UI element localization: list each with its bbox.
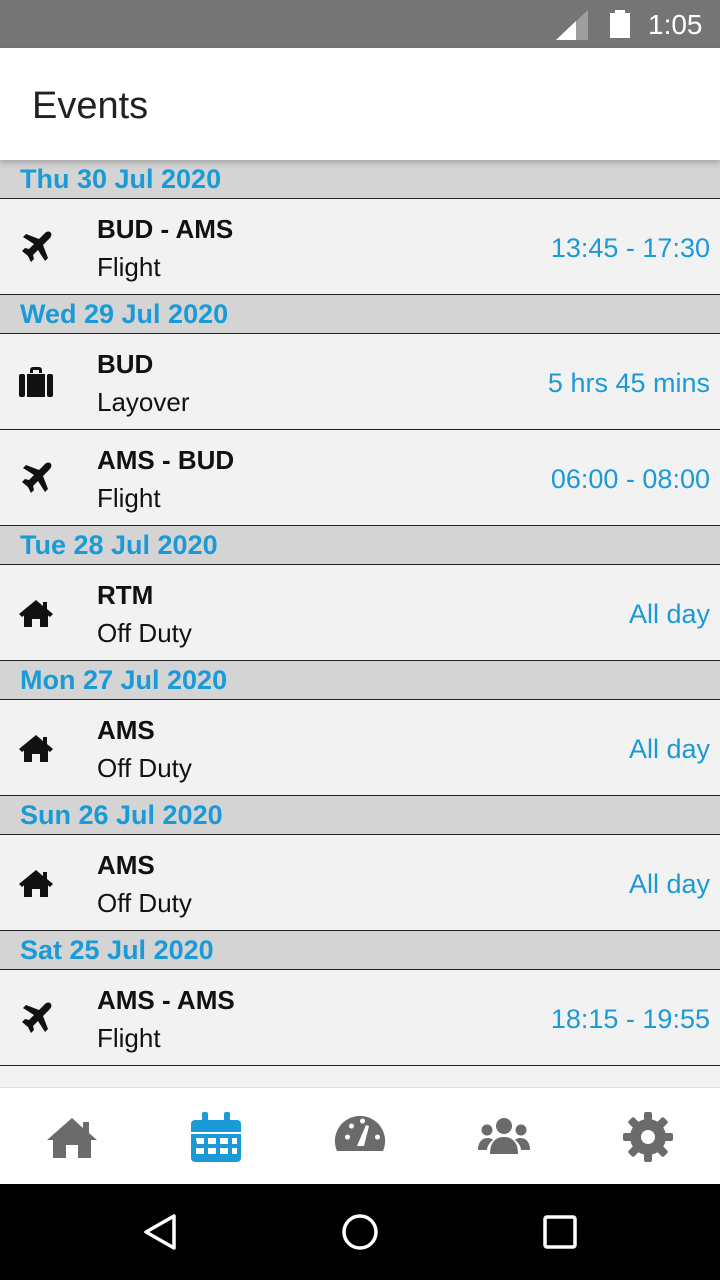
event-row[interactable]: RTM Off Duty All day [0, 565, 720, 661]
list-next-row-partial [0, 1066, 720, 1087]
event-row[interactable]: BUD - AMS Flight 13:45 - 17:30 [0, 199, 720, 295]
event-row[interactable]: AMS Off Duty All day [0, 835, 720, 931]
event-time: All day [628, 734, 710, 764]
date-header: Sun 26 Jul 2020 [0, 796, 720, 835]
event-list[interactable]: Thu 30 Jul 2020 BUD - AMS Flight 13:45 - 17… [0, 160, 720, 1087]
speedometer-icon [334, 1115, 386, 1151]
home-icon [18, 597, 54, 629]
home-icon [18, 732, 54, 764]
nav-crew-button[interactable] [477, 1110, 531, 1164]
back-button[interactable] [140, 1212, 180, 1252]
event-location: AMS - BUD [97, 445, 235, 475]
system-nav-bar [0, 1184, 720, 1280]
recents-button[interactable] [540, 1212, 580, 1252]
airplane-icon [18, 231, 54, 263]
suitcase-icon [18, 366, 54, 398]
app-bar: Events [0, 48, 720, 160]
event-row[interactable]: AMS Off Duty All day [0, 700, 720, 796]
event-location: RTM [97, 580, 154, 610]
nav-calendar-button[interactable] [189, 1110, 243, 1164]
date-header: Tue 28 Jul 2020 [0, 526, 720, 565]
date-header: Sat 25 Jul 2020 [0, 931, 720, 970]
date-header: Thu 30 Jul 2020 [0, 160, 720, 199]
event-time: 13:45 - 17:30 [550, 233, 710, 263]
event-type: Off Duty [97, 753, 192, 783]
home-icon [47, 1118, 97, 1158]
calendar-icon [191, 1112, 241, 1162]
status-bar: 1:05 [0, 0, 720, 48]
airplane-icon [18, 1002, 54, 1034]
airplane-icon [18, 462, 54, 494]
date-header: Wed 29 Jul 2020 [0, 295, 720, 334]
battery-icon [609, 10, 631, 38]
event-location: BUD [97, 349, 154, 379]
event-row[interactable]: AMS - BUD Flight 06:00 - 08:00 [0, 430, 720, 526]
home-icon [18, 867, 54, 899]
event-row[interactable]: BUD Layover 5 hrs 45 mins [0, 334, 720, 430]
event-row[interactable]: AMS - AMS Flight 18:15 - 19:55 [0, 970, 720, 1066]
event-location: AMS - AMS [97, 985, 235, 1015]
system-home-button[interactable] [340, 1212, 380, 1252]
users-icon [478, 1118, 530, 1154]
event-location: AMS [97, 850, 155, 880]
event-type: Off Duty [97, 618, 192, 648]
signal-icon [556, 10, 588, 40]
nav-home-button[interactable] [45, 1110, 99, 1164]
event-time: 5 hrs 45 mins [547, 368, 710, 398]
nav-settings-button[interactable] [621, 1110, 675, 1164]
recents-icon [543, 1215, 577, 1249]
date-header: Mon 27 Jul 2020 [0, 661, 720, 700]
back-icon [144, 1214, 176, 1250]
event-location: AMS [97, 715, 155, 745]
clock: 1:05 [648, 9, 703, 40]
event-location: BUD - AMS [97, 214, 234, 244]
nav-dashboard-button[interactable] [333, 1110, 387, 1164]
event-type: Off Duty [97, 888, 192, 918]
event-type: Flight [97, 1023, 161, 1053]
event-time: 18:15 - 19:55 [550, 1004, 710, 1034]
event-type: Flight [97, 252, 161, 282]
gear-icon [623, 1112, 673, 1162]
bottom-nav [0, 1087, 720, 1184]
event-type: Flight [97, 483, 161, 513]
event-time: All day [628, 869, 710, 899]
event-time: All day [628, 599, 710, 629]
home-circle-icon [342, 1214, 378, 1250]
page-title: Events [32, 85, 149, 127]
event-type: Layover [97, 387, 190, 417]
event-time: 06:00 - 08:00 [550, 464, 710, 494]
